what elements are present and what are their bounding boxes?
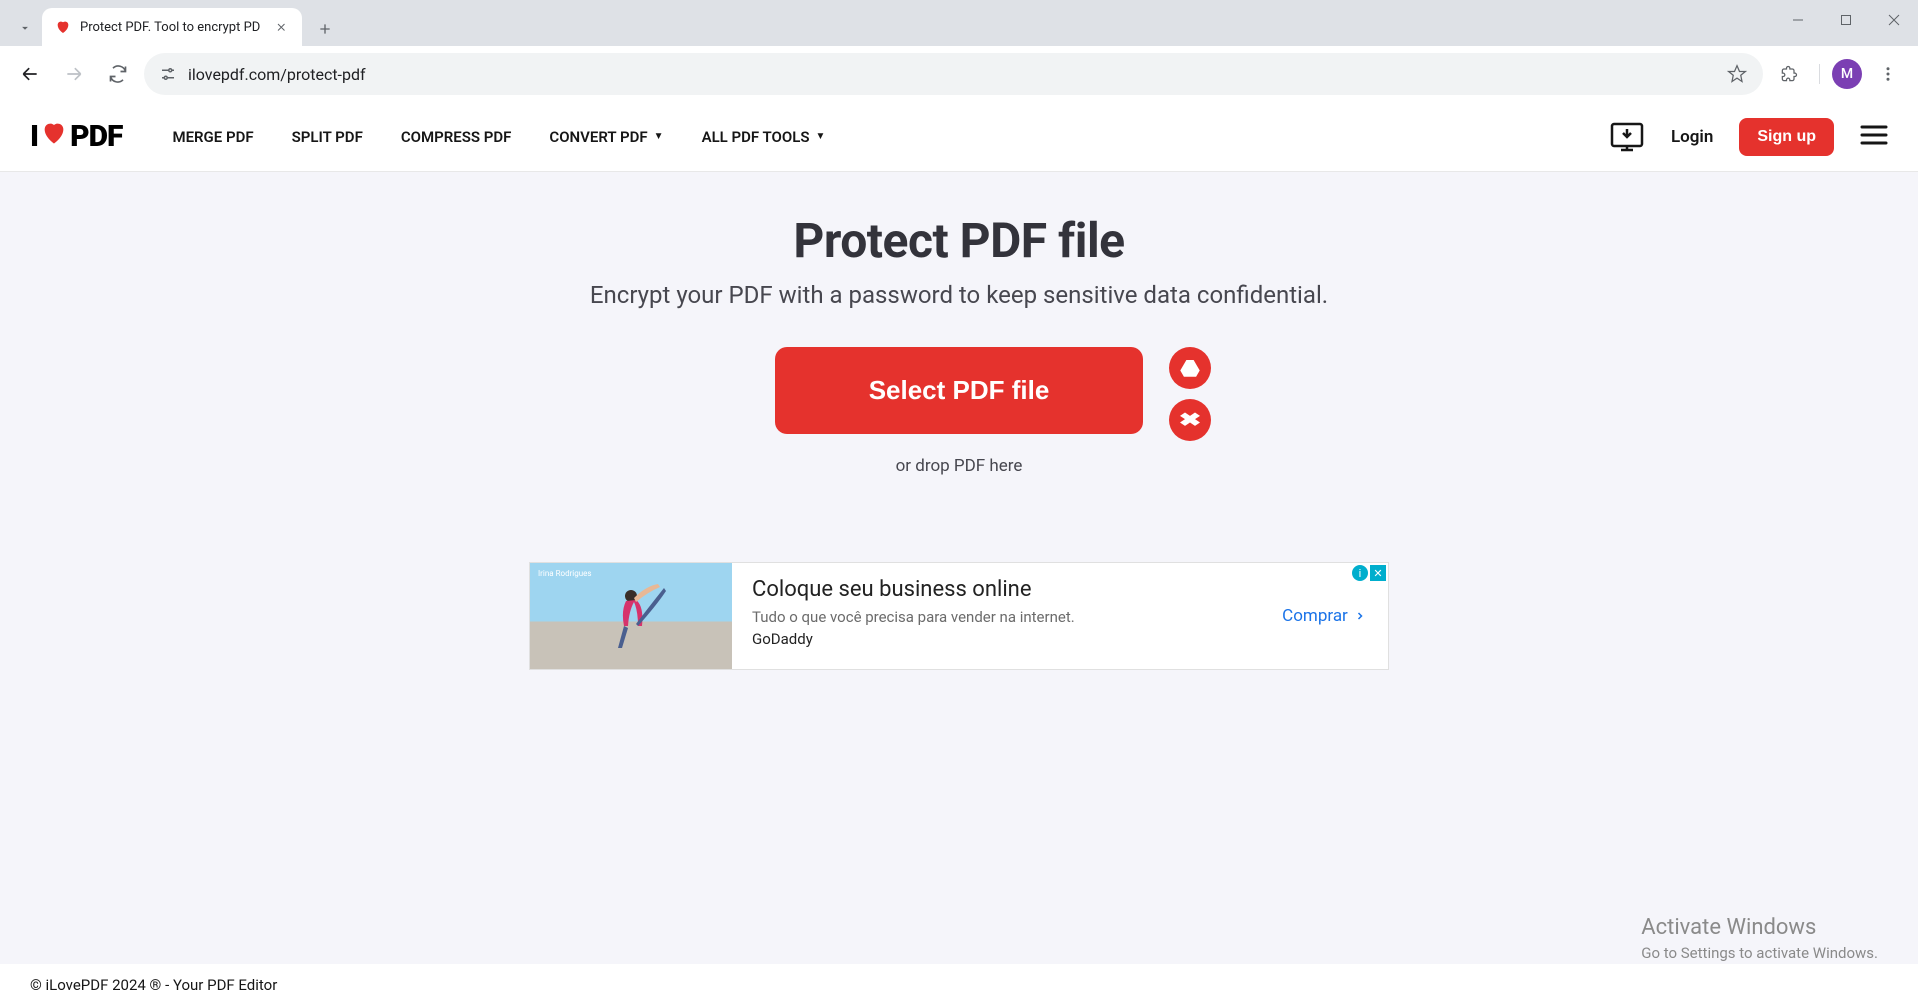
nav-split[interactable]: SPLIT PDF xyxy=(292,128,363,146)
ad-close-button[interactable]: ✕ xyxy=(1370,565,1386,581)
url-text: ilovepdf.com/protect-pdf xyxy=(188,65,1715,84)
hero: Protect PDF file Encrypt your PDF with a… xyxy=(0,172,1918,476)
ad-title: Coloque seu business online xyxy=(752,577,1240,602)
main-nav: MERGE PDF SPLIT PDF COMPRESS PDF CONVERT… xyxy=(172,128,825,146)
signup-button[interactable]: Sign up xyxy=(1739,118,1834,156)
maximize-icon xyxy=(1840,14,1852,26)
main-content: Protect PDF file Encrypt your PDF with a… xyxy=(0,172,1918,1006)
header-right: Login Sign up xyxy=(1609,118,1888,156)
dropbox-icon xyxy=(1180,411,1200,429)
select-file-button[interactable]: Select PDF file xyxy=(775,347,1144,434)
minimize-icon xyxy=(1792,14,1804,26)
back-button[interactable] xyxy=(12,56,48,92)
ad-text: Coloque seu business online Tudo o que v… xyxy=(732,563,1260,669)
extensions-button[interactable] xyxy=(1771,56,1807,92)
windows-activation-watermark: Activate Windows Go to Settings to activ… xyxy=(1641,915,1878,962)
divider xyxy=(1819,64,1820,84)
reload-icon xyxy=(108,64,128,84)
arrow-right-icon xyxy=(64,64,84,84)
close-window-button[interactable] xyxy=(1870,0,1918,40)
google-drive-icon xyxy=(1180,359,1200,377)
site-header: I PDF MERGE PDF SPLIT PDF COMPRESS PDF C… xyxy=(0,102,1918,172)
page-title: Protect PDF file xyxy=(0,212,1918,269)
ad-subtitle: Tudo o que você precisa para vender na i… xyxy=(752,608,1240,626)
maximize-button[interactable] xyxy=(1822,0,1870,40)
cloud-upload-buttons xyxy=(1169,347,1211,441)
ad-banner[interactable]: Irina Rodrigues Coloque seu business onl… xyxy=(529,562,1389,670)
plus-icon xyxy=(317,21,333,37)
puzzle-icon xyxy=(1779,64,1799,84)
ad-image: Irina Rodrigues xyxy=(530,563,732,669)
footer: © iLovePDF 2024 ® - Your PDF Editor xyxy=(0,964,1918,1006)
ad-brand: GoDaddy xyxy=(752,630,1240,648)
watermark-title: Activate Windows xyxy=(1641,915,1878,940)
footer-text: © iLovePDF 2024 ® - Your PDF Editor xyxy=(30,976,277,994)
tab-title: Protect PDF. Tool to encrypt PD xyxy=(80,20,264,35)
chevron-down-icon: ▼ xyxy=(815,131,825,142)
window-controls xyxy=(1774,0,1918,40)
google-drive-button[interactable] xyxy=(1169,347,1211,389)
hamburger-icon xyxy=(1860,124,1888,146)
upload-area: Select PDF file xyxy=(0,347,1918,434)
chevron-right-icon xyxy=(1354,610,1366,622)
url-field[interactable]: ilovepdf.com/protect-pdf xyxy=(144,53,1763,95)
minimize-button[interactable] xyxy=(1774,0,1822,40)
ad-info-controls: i ✕ xyxy=(1352,565,1386,581)
new-tab-button[interactable] xyxy=(308,12,342,46)
browser-tab[interactable]: Protect PDF. Tool to encrypt PD xyxy=(42,8,302,46)
bookmark-button[interactable] xyxy=(1725,62,1749,86)
monitor-download-icon xyxy=(1609,121,1645,153)
ad-image-label: Irina Rodrigues xyxy=(538,569,592,578)
nav-compress[interactable]: COMPRESS PDF xyxy=(401,128,512,146)
page-subtitle: Encrypt your PDF with a password to keep… xyxy=(0,281,1918,309)
close-icon xyxy=(1888,14,1900,26)
reload-button[interactable] xyxy=(100,56,136,92)
drop-hint: or drop PDF here xyxy=(0,456,1918,476)
login-link[interactable]: Login xyxy=(1671,127,1713,147)
address-bar: ilovepdf.com/protect-pdf M xyxy=(0,46,1918,102)
heart-icon xyxy=(40,119,68,154)
desktop-app-button[interactable] xyxy=(1609,121,1645,153)
ad-info-button[interactable]: i xyxy=(1352,565,1368,581)
profile-button[interactable]: M xyxy=(1832,59,1862,89)
dropbox-button[interactable] xyxy=(1169,399,1211,441)
chevron-down-icon: ▼ xyxy=(654,131,664,142)
forward-button[interactable] xyxy=(56,56,92,92)
nav-convert[interactable]: CONVERT PDF▼ xyxy=(549,128,663,146)
tab-close-button[interactable] xyxy=(272,18,290,36)
arrow-left-icon xyxy=(20,64,40,84)
tune-icon xyxy=(159,65,177,83)
browser-chrome: Protect PDF. Tool to encrypt PD xyxy=(0,0,1918,102)
person-stretching-icon xyxy=(586,576,676,656)
site-info-button[interactable] xyxy=(158,64,178,84)
close-icon xyxy=(275,21,287,33)
logo[interactable]: I PDF xyxy=(30,119,122,154)
chevron-down-icon xyxy=(18,21,32,35)
nav-merge[interactable]: MERGE PDF xyxy=(172,128,253,146)
kebab-icon xyxy=(1879,65,1897,83)
browser-menu-button[interactable] xyxy=(1870,56,1906,92)
star-icon xyxy=(1727,64,1747,84)
hamburger-menu[interactable] xyxy=(1860,124,1888,150)
tab-bar: Protect PDF. Tool to encrypt PD xyxy=(0,0,1918,46)
nav-all-tools[interactable]: ALL PDF TOOLS▼ xyxy=(702,128,826,146)
watermark-subtitle: Go to Settings to activate Windows. xyxy=(1641,944,1878,962)
heart-icon xyxy=(54,18,72,36)
tabs-search-button[interactable] xyxy=(8,10,42,46)
